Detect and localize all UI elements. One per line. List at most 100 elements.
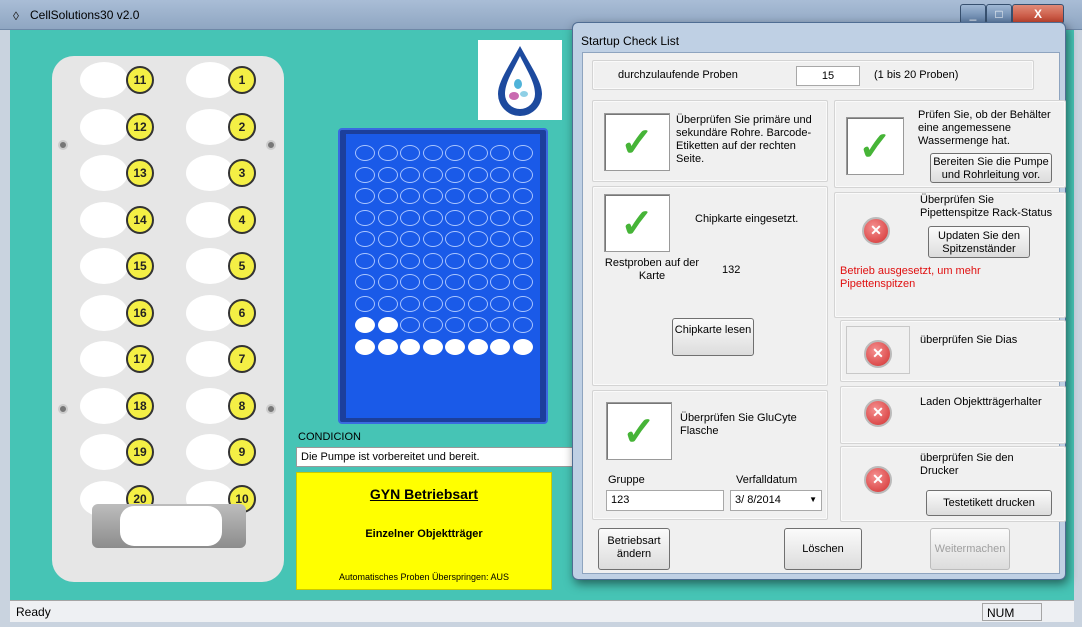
rack-slot-hole[interactable]	[186, 62, 234, 98]
rack-slot-number: 9	[228, 438, 256, 466]
clear-button[interactable]: Löschen	[784, 528, 862, 570]
rack-slot-number: 5	[228, 252, 256, 280]
read-chipcard-button[interactable]: Chipkarte lesen	[672, 318, 754, 356]
rack-slot-hole[interactable]	[80, 387, 128, 424]
plate-well-empty	[467, 295, 488, 312]
plate-well-empty	[467, 252, 488, 269]
mode-title[interactable]: GYN Betriebsart	[296, 486, 552, 502]
plate-well-empty	[377, 166, 398, 183]
rack-slot-hole[interactable]	[186, 248, 234, 284]
plate-well-empty	[377, 295, 398, 312]
screw-icon	[266, 404, 276, 414]
plate-well-empty	[512, 252, 533, 269]
rack-handle-grip	[120, 506, 222, 546]
plate-well-empty	[445, 295, 465, 312]
close-button[interactable]: X	[1012, 4, 1064, 24]
water-checked-icon[interactable]: ✓	[846, 117, 904, 175]
plate-well-empty	[422, 166, 443, 183]
prepare-pump-button[interactable]: Bereiten Sie die Pumpe und Rohrleitung v…	[930, 153, 1052, 183]
status-bar: Ready NUM	[10, 600, 1074, 622]
rack-slot-hole[interactable]	[80, 341, 128, 377]
print-test-label-button[interactable]: Testetikett drucken	[926, 490, 1052, 516]
condicion-status-field: Die Pumpe ist vorbereitet und bereit.	[296, 447, 576, 467]
plate-well-empty	[400, 188, 420, 204]
plate-well-filled	[377, 317, 398, 333]
samples-label: durchzulaufende Proben	[618, 69, 738, 81]
rack-slot-hole[interactable]	[80, 294, 128, 331]
plate-well-empty	[355, 145, 375, 161]
plate-well-empty	[445, 166, 465, 183]
samples-count-input[interactable]: 15	[796, 66, 860, 86]
plate-wells-area	[346, 134, 540, 418]
rack-slot-hole[interactable]	[80, 201, 128, 238]
slides-error-icon[interactable]: ✕	[864, 340, 892, 368]
rack-slot-number: 7	[228, 345, 256, 373]
plate-well-empty	[490, 317, 510, 333]
plate-well-empty	[512, 317, 533, 333]
tubes-checked-icon[interactable]: ✓	[604, 113, 670, 171]
status-ready: Ready	[16, 605, 51, 619]
rack-slot-hole[interactable]	[186, 434, 234, 470]
rack-slot-number: 16	[126, 298, 154, 327]
glucyte-checked-icon[interactable]: ✓	[606, 402, 672, 460]
maximize-button[interactable]: □	[986, 4, 1012, 24]
plate-well-empty	[422, 274, 443, 290]
plate-well-empty	[400, 145, 420, 161]
expiry-date-picker[interactable]: 3/ 8/2014 ▼	[730, 490, 822, 511]
plate-well-filled	[355, 338, 375, 355]
plate-well-empty	[467, 145, 488, 161]
tip-rack-error-icon[interactable]: ✕	[862, 217, 890, 245]
slides-check-text: überprüfen Sie Dias	[920, 334, 1018, 346]
rack-slot-hole[interactable]	[80, 108, 128, 145]
plate-well-empty	[400, 231, 420, 247]
plate-well-empty	[490, 166, 510, 183]
plate-well-empty	[467, 317, 488, 333]
continue-button[interactable]: Weitermachen	[930, 528, 1010, 570]
plate-well-empty	[490, 145, 510, 161]
rack-slot-number: 1	[228, 66, 256, 94]
plate-well-empty	[467, 231, 488, 247]
plate-well-empty	[490, 209, 510, 226]
slide-holder-error-icon[interactable]: ✕	[864, 399, 892, 427]
update-tip-rack-button[interactable]: Updaten Sie den Spitzenständer	[928, 226, 1030, 258]
rack-slot-hole[interactable]	[186, 341, 234, 377]
plate-well-empty	[355, 209, 375, 226]
rack-slot-hole[interactable]	[80, 62, 128, 98]
printer-error-icon[interactable]: ✕	[864, 466, 892, 494]
change-mode-button[interactable]: Betriebsart ändern	[598, 528, 670, 570]
rack-slot-hole[interactable]	[186, 294, 234, 331]
plate-well-empty	[422, 209, 443, 226]
rack-slot-hole[interactable]	[186, 387, 234, 424]
plate-well-filled	[490, 338, 510, 355]
gruppe-input[interactable]: 123	[606, 490, 724, 511]
plate-well-empty	[490, 231, 510, 247]
screw-icon	[58, 404, 68, 414]
plate-well-empty	[445, 188, 465, 204]
rack-slot-hole[interactable]	[80, 248, 128, 284]
rack-slot-hole[interactable]	[186, 108, 234, 145]
rack-slot-hole[interactable]	[80, 434, 128, 470]
minimize-button[interactable]: _	[960, 4, 986, 24]
plate-well-empty	[400, 295, 420, 312]
printer-check-text: überprüfen Sie den Drucker	[920, 452, 1014, 477]
plate-well-empty	[377, 145, 398, 161]
chevron-down-icon[interactable]: ▼	[809, 495, 817, 504]
plate-well-empty	[467, 209, 488, 226]
plate-well-empty	[467, 188, 488, 204]
status-num-indicator: NUM	[982, 603, 1042, 621]
plate-well-empty	[512, 188, 533, 204]
plate-well-empty	[377, 252, 398, 269]
plate-well-empty	[377, 188, 398, 204]
rack-slot-hole[interactable]	[186, 201, 234, 238]
plate-well-empty	[422, 231, 443, 247]
plate-well-empty	[512, 274, 533, 290]
plate-well-empty	[355, 166, 375, 183]
plate-well-filled	[377, 338, 398, 355]
rack-slot-hole[interactable]	[186, 155, 234, 191]
tubes-check-text: Überprüfen Sie primäre und sekundäre Roh…	[676, 114, 812, 165]
rack-slot-hole[interactable]	[80, 155, 128, 191]
plate-well-empty	[422, 145, 443, 161]
company-logo	[478, 40, 562, 120]
chipcard-checked-icon[interactable]: ✓	[604, 194, 670, 252]
plate-well-empty	[422, 188, 443, 204]
